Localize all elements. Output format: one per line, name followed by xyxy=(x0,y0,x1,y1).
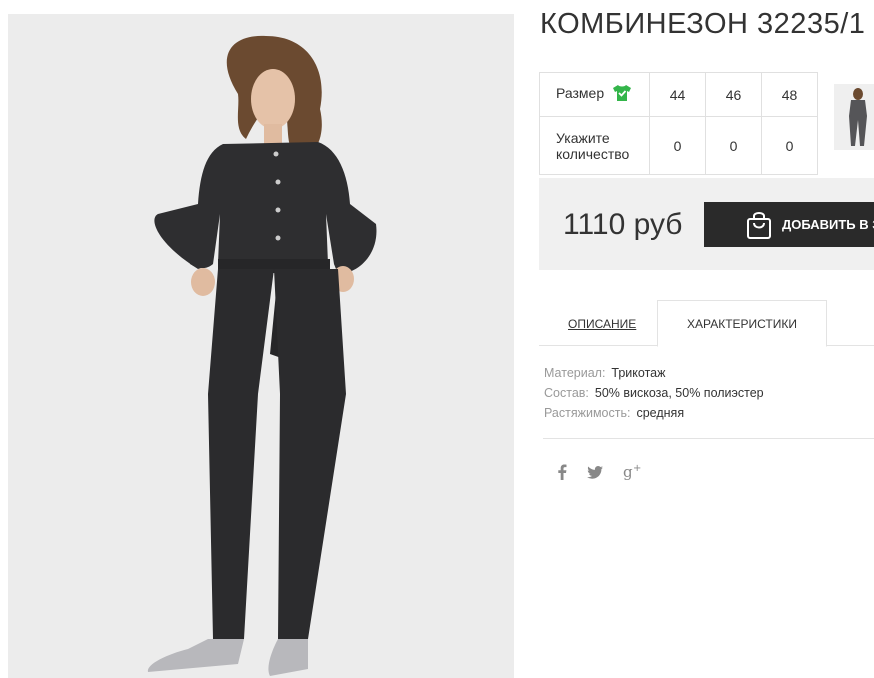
quantity-input-46[interactable]: 0 xyxy=(705,116,762,175)
quantity-input-48[interactable]: 0 xyxy=(761,116,818,175)
price-panel: 1110 руб ДОБАВИТЬ В З xyxy=(539,178,874,270)
svg-text:+: + xyxy=(633,463,641,474)
twitter-icon[interactable] xyxy=(587,465,603,484)
characteristic-value: Трикотаж xyxy=(611,366,666,380)
svg-text:g: g xyxy=(623,463,633,481)
characteristic-key: Материал: xyxy=(544,366,606,380)
shopping-bag-icon xyxy=(746,210,772,240)
characteristic-row: Состав: 50% вискоза, 50% полиэстер xyxy=(544,383,764,403)
quantity-label: Укажите количество xyxy=(539,116,650,175)
size-chart-shirt-icon[interactable] xyxy=(612,84,632,105)
product-thumbnail[interactable] xyxy=(834,84,874,150)
product-title: КОМБИНЕЗОН 32235/1 xyxy=(540,8,866,40)
characteristic-value: 50% вискоза, 50% полиэстер xyxy=(594,386,764,400)
tab-characteristics[interactable]: ХАРАКТЕРИСТИКИ xyxy=(657,300,827,347)
size-label-cell: Размер xyxy=(539,72,650,117)
size-46: 46 xyxy=(705,72,762,117)
add-to-cart-button[interactable]: ДОБАВИТЬ В З xyxy=(704,202,874,247)
size-label: Размер xyxy=(556,85,605,102)
social-share-bar: g + xyxy=(557,463,643,486)
size-quantity-table: Размер 44 46 48 Укажите количество 0 0 0 xyxy=(539,72,818,175)
characteristic-key: Растяжимость: xyxy=(544,406,631,420)
characteristic-row: Материал: Трикотаж xyxy=(544,363,764,383)
google-plus-icon[interactable]: g + xyxy=(623,463,643,486)
characteristic-value: средняя xyxy=(636,406,685,420)
characteristic-row: Растяжимость: средняя xyxy=(544,403,764,423)
quantity-input-44[interactable]: 0 xyxy=(649,116,706,175)
product-main-image[interactable] xyxy=(8,14,514,678)
characteristics-list: Материал: Трикотаж Состав: 50% вискоза, 50… xyxy=(544,363,764,423)
add-to-cart-label: ДОБАВИТЬ В З xyxy=(782,217,874,232)
size-44: 44 xyxy=(649,72,706,117)
facebook-icon[interactable] xyxy=(557,464,567,485)
size-48: 48 xyxy=(761,72,818,117)
divider xyxy=(543,438,874,439)
product-price: 1110 руб xyxy=(563,208,683,241)
tab-description[interactable]: ОПИСАНИЕ xyxy=(568,317,636,331)
product-tabs: ОПИСАНИЕ ХАРАКТЕРИСТИКИ xyxy=(539,300,874,347)
characteristic-key: Состав: xyxy=(544,386,589,400)
